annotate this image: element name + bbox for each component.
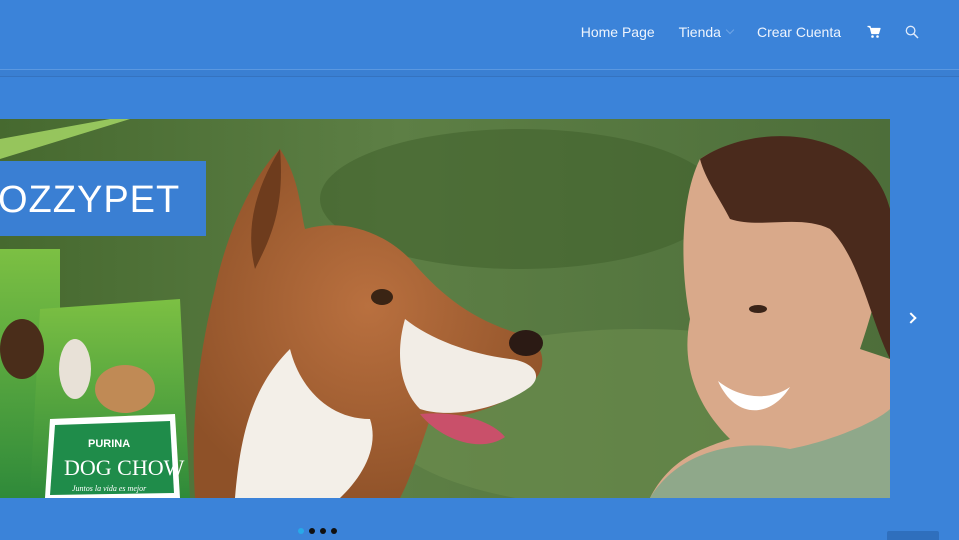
nav-home-page[interactable]: Home Page [581, 24, 655, 40]
product-name: DOG CHOW [64, 455, 185, 480]
slider-next-arrow[interactable] [901, 307, 923, 329]
cart-icon [867, 25, 881, 38]
product-tagline: Juntos la vida es mejor [72, 484, 147, 493]
nav-home-page-label: Home Page [580, 24, 655, 40]
slider-dot-4[interactable] [331, 528, 337, 534]
hero-slider[interactable]: OZZYPET PURINA DOG CHOW Juntos la vida e… [0, 119, 890, 498]
search-button[interactable] [905, 25, 919, 39]
nav-tienda-label: Tienda [678, 24, 721, 40]
slider-dot-2[interactable] [309, 528, 315, 534]
banner-text: OZZYPET [0, 179, 180, 221]
site-header: Home Page Tienda Crear Cuenta [0, 0, 959, 69]
slider-dot-1[interactable] [298, 528, 304, 534]
slider-pagination [298, 528, 337, 534]
nav-tienda[interactable]: Tienda [678, 24, 735, 40]
cart-button[interactable] [867, 25, 881, 39]
nav-crear-cuenta-label: Crear Cuenta [756, 24, 841, 40]
chevron-down-icon [725, 25, 735, 35]
header-divider [0, 69, 959, 77]
search-icon [905, 25, 919, 39]
slider-dot-3[interactable] [320, 528, 326, 534]
main-nav: Home Page Tienda Crear Cuenta [581, 23, 919, 41]
hero-slide-image: OZZYPET PURINA DOG CHOW Juntos la vida e… [0, 119, 890, 498]
product-brand: PURINA [88, 438, 130, 450]
nav-crear-cuenta[interactable]: Crear Cuenta [757, 24, 841, 40]
scroll-to-top-button[interactable] [887, 531, 939, 540]
banner-box: OZZYPET [0, 161, 206, 236]
